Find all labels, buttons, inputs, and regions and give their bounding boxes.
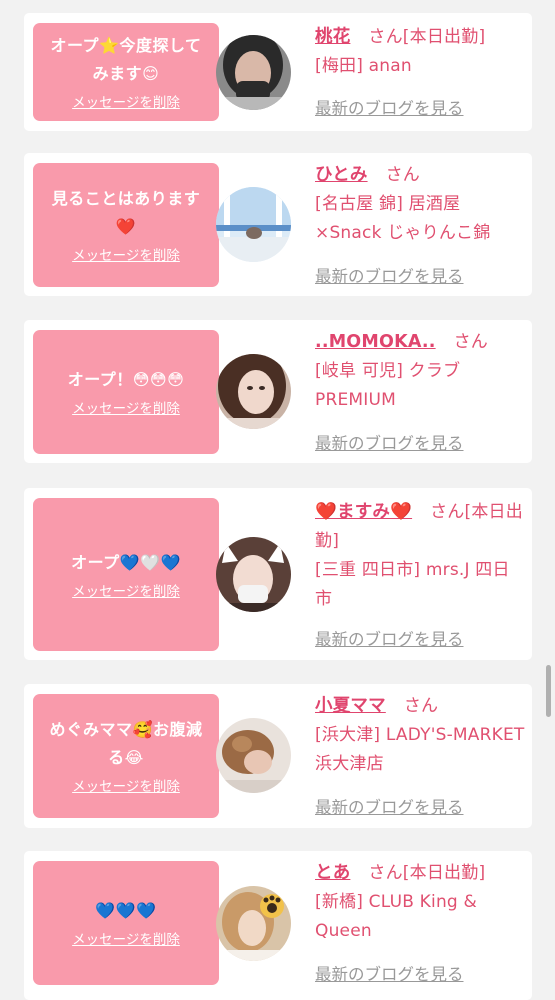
message-text: オープ💙🤍💙 — [71, 552, 181, 572]
girl-name-link[interactable]: ..MOMOKA.. — [315, 332, 436, 352]
girl-info: 桃花 さん[本日出勤] [梅田] anan — [315, 23, 525, 81]
delete-message-link[interactable]: メッセージを削除 — [72, 400, 180, 418]
latest-blog-link[interactable]: 最新のブログを見る — [315, 95, 464, 119]
latest-blog-link[interactable]: 最新のブログを見る — [315, 794, 464, 818]
latest-blog-link[interactable]: 最新のブログを見る — [315, 961, 464, 985]
delete-message-link[interactable]: メッセージを削除 — [72, 247, 180, 265]
avatar[interactable] — [216, 537, 291, 612]
girl-info: ❤️ますみ❤️ さん[本日出勤] [三重 四日市] mrs.J 四日市 — [315, 498, 525, 614]
girl-name-link[interactable]: 桃花 — [315, 27, 350, 47]
name-suffix: さん — [385, 165, 420, 185]
avatar[interactable] — [216, 886, 291, 961]
girl-name-link[interactable]: ❤️ますみ❤️ — [315, 502, 412, 522]
message-bubble: 💙💙💙 メッセージを削除 — [33, 861, 231, 985]
message-text: 見ることはあります❤️ — [51, 189, 201, 236]
message-bubble: 見ることはあります❤️ メッセージを削除 — [33, 163, 231, 287]
message-text: めぐみママ🥰お腹減る😂 — [49, 720, 203, 767]
message-card: オープ⭐今度探してみます😊 メッセージを削除 桃花 さん[本日出勤] [梅田] a… — [24, 13, 532, 131]
delete-message-link[interactable]: メッセージを削除 — [72, 931, 180, 949]
avatar[interactable] — [216, 35, 291, 110]
girl-name-link[interactable]: ひとみ — [315, 165, 368, 185]
avatar[interactable] — [216, 187, 291, 262]
message-card: 💙💙💙 メッセージを削除 とあ さん[本日出勤] [新橋] CLUB King &… — [24, 851, 532, 1000]
message-card: オープ💙🤍💙 メッセージを削除 ❤️ますみ❤️ さん[本日出勤] [三重 四日市]… — [24, 488, 532, 660]
girl-info: とあ さん[本日出勤] [新橋] CLUB King & Queen — [315, 859, 525, 946]
shop-info: [岐阜 可児] クラブPREMIUM — [315, 361, 461, 410]
shop-info: [梅田] anan — [315, 56, 412, 76]
shop-info: [新橋] CLUB King & Queen — [315, 892, 477, 941]
message-card: 見ることはあります❤️ メッセージを削除 ひとみ さん [名古屋 錦] 居酒屋×S… — [24, 153, 532, 296]
message-text: オープ⭐今度探してみます😊 — [50, 36, 202, 83]
delete-message-link[interactable]: メッセージを削除 — [72, 778, 180, 796]
girl-name-link[interactable]: 小夏ママ — [315, 696, 386, 716]
shop-info: [名古屋 錦] 居酒屋×Snack じゃりんこ錦 — [315, 194, 491, 243]
message-bubble: オープ⭐今度探してみます😊 メッセージを削除 — [33, 23, 231, 121]
girl-info: ひとみ さん [名古屋 錦] 居酒屋×Snack じゃりんこ錦 — [315, 161, 525, 248]
latest-blog-link[interactable]: 最新のブログを見る — [315, 626, 464, 650]
avatar[interactable] — [216, 718, 291, 793]
message-card: めぐみママ🥰お腹減る😂 メッセージを削除 小夏ママ さん [浜大津] LADY'S… — [24, 684, 532, 828]
shop-info: [浜大津] LADY'S-MARKET 浜大津店 — [315, 725, 525, 774]
delete-message-link[interactable]: メッセージを削除 — [72, 94, 180, 112]
message-bubble: めぐみママ🥰お腹減る😂 メッセージを削除 — [33, 694, 231, 818]
message-card: オープ！😳😳😳 メッセージを削除 ..MOMOKA.. さん [岐阜 可児] クラ… — [24, 320, 532, 463]
latest-blog-link[interactable]: 最新のブログを見る — [315, 430, 464, 454]
name-suffix: さん[本日出勤] — [368, 27, 486, 47]
latest-blog-link[interactable]: 最新のブログを見る — [315, 263, 464, 287]
girl-name-link[interactable]: とあ — [315, 863, 350, 883]
girl-info: 小夏ママ さん [浜大津] LADY'S-MARKET 浜大津店 — [315, 692, 525, 779]
avatar[interactable] — [216, 354, 291, 429]
name-suffix: さん[本日出勤] — [368, 863, 486, 883]
name-suffix: さん — [403, 696, 439, 716]
message-bubble: オープ！😳😳😳 メッセージを削除 — [33, 330, 231, 454]
name-suffix: さん — [453, 332, 489, 352]
message-text: オープ！😳😳😳 — [67, 370, 185, 389]
girl-info: ..MOMOKA.. さん [岐阜 可児] クラブPREMIUM — [315, 328, 525, 415]
delete-message-link[interactable]: メッセージを削除 — [72, 583, 180, 601]
shop-info: [三重 四日市] mrs.J 四日市 — [315, 560, 510, 609]
message-text: 💙💙💙 — [95, 901, 157, 920]
scrollbar[interactable] — [546, 665, 551, 717]
message-bubble: オープ💙🤍💙 メッセージを削除 — [33, 498, 231, 651]
